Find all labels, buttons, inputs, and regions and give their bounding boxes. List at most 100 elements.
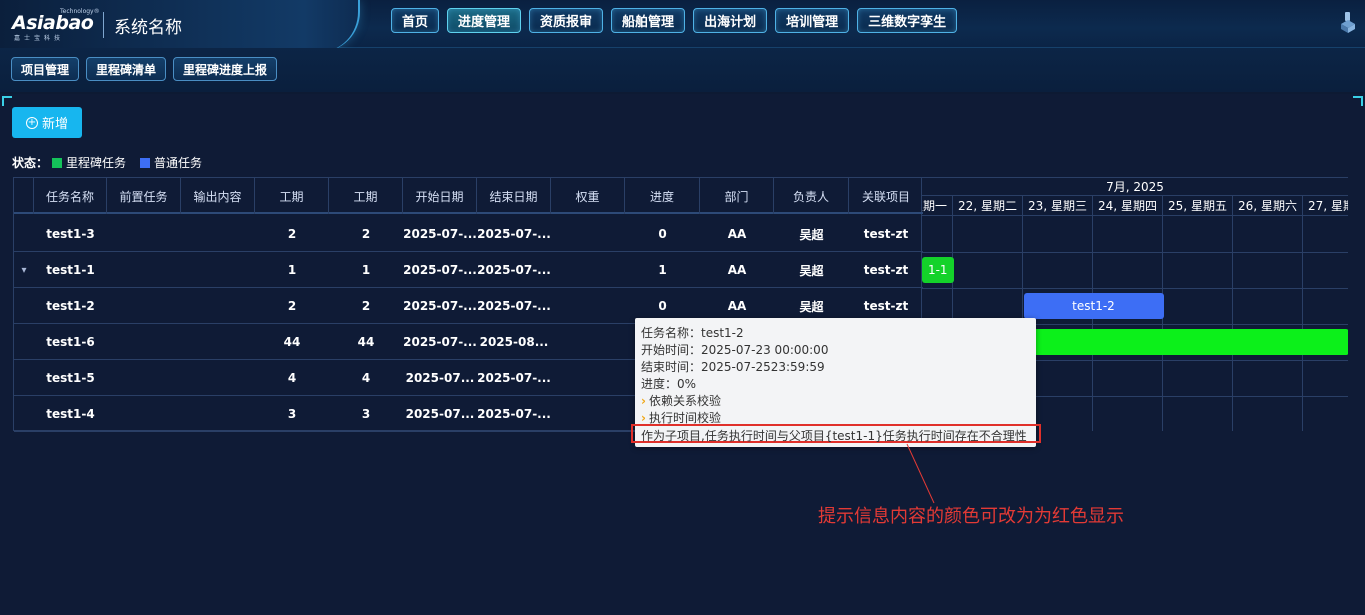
cell-duration-2: 44	[357, 335, 375, 349]
cell-start-date: 2025-07...	[405, 371, 475, 385]
cell-weight	[551, 216, 625, 252]
cell-owner: 吴超	[799, 263, 824, 278]
header-weight[interactable]: 权重	[551, 178, 625, 214]
legend-swatch-normal	[140, 157, 151, 168]
nav-sea-plan[interactable]: 出海计划	[693, 8, 768, 33]
gantt-day-header: 22, 星期二	[953, 196, 1023, 216]
nav-home[interactable]: 首页	[391, 8, 440, 33]
header-duration[interactable]: 工期	[255, 178, 329, 214]
gantt-task-bar[interactable]: test1-2	[1023, 293, 1164, 319]
tab-milestone-list[interactable]: 里程碑清单	[86, 57, 167, 81]
row-expand-toggle	[14, 396, 34, 432]
cell-end-date: 2025-07-...	[477, 371, 551, 385]
cell-duration-2: 4	[361, 371, 371, 385]
cell-start-date: 2025-07-...	[403, 263, 477, 277]
legend-item-milestone: 里程碑任务	[66, 156, 127, 170]
cell-progress: 1	[658, 263, 667, 277]
header-end-date[interactable]: 结束日期	[477, 178, 551, 214]
tab-milestone-report[interactable]: 里程碑进度上报	[173, 57, 278, 81]
status-legend: 状态： 里程碑任务 普通任务	[12, 154, 202, 171]
legend-swatch-milestone	[52, 157, 63, 168]
header-start-date[interactable]: 开始日期	[403, 178, 477, 214]
chevron-right-icon: ›	[641, 411, 646, 425]
cell-end-date: 2025-07-...	[477, 299, 551, 313]
nav-qualification[interactable]: 资质报审	[529, 8, 604, 33]
cell-duration-2: 2	[361, 227, 371, 241]
gantt-day-header: 23, 星期三	[1023, 196, 1093, 216]
nav-ship[interactable]: 船舶管理	[611, 8, 686, 33]
row-expand-toggle	[14, 324, 34, 360]
cell-task-name: test1-4	[46, 407, 95, 421]
logo-cn: 嘉士宝科技	[14, 35, 65, 42]
table-row[interactable]: test1-3 2 2 2025-07-... 2025-07-... 0 AA 吴超 test…	[14, 216, 923, 252]
legend-label: 状态：	[12, 156, 49, 170]
header-progress[interactable]: 进度	[625, 178, 700, 214]
plus-circle-icon: +	[25, 116, 38, 129]
brand-divider	[103, 12, 104, 38]
tooltip-end-time: 结束时间：2025-07-2523:59:59	[641, 360, 825, 374]
table-header: 任务名称 前置任务 输出内容 工期 工期 开始日期 结束日期 权重 进度 部门 …	[14, 178, 923, 214]
cell-weight	[551, 360, 625, 396]
nav-progress[interactable]: 进度管理	[447, 8, 522, 33]
cell-pre-task	[107, 252, 181, 288]
tooltip-task-name: 任务名称：test1-2	[641, 326, 744, 340]
cell-project: test-zt	[863, 263, 909, 277]
cell-weight	[551, 396, 625, 432]
header-duration-2[interactable]: 工期	[329, 178, 403, 214]
header-pre-task[interactable]: 前置任务	[107, 178, 181, 214]
header-department[interactable]: 部门	[700, 178, 774, 214]
sub-nav: 项目管理 里程碑清单 里程碑进度上报	[11, 57, 278, 81]
row-expand-toggle[interactable]: ▾	[14, 252, 34, 288]
gantt-row-line	[922, 252, 1348, 253]
user-icon[interactable]	[1338, 10, 1358, 34]
cell-duration-2: 3	[361, 407, 371, 421]
cell-duration: 44	[283, 335, 301, 349]
cell-output	[181, 216, 255, 252]
check-dependency-label: 依赖关系校验	[648, 394, 721, 408]
cell-end-date: 2025-07-...	[477, 263, 551, 277]
cell-output	[181, 360, 255, 396]
brand-area: Technology® Asiabao 嘉士宝科技 系统名称	[0, 0, 360, 52]
cell-owner: 吴超	[799, 227, 824, 242]
gantt-day-header: 21, 星期一	[922, 196, 953, 216]
gantt-row-line	[922, 288, 1348, 289]
gantt-day-header: 26, 星期六	[1233, 196, 1303, 216]
cell-task-name: test1-3	[46, 227, 95, 241]
cell-pre-task	[107, 324, 181, 360]
nav-training[interactable]: 培训管理	[775, 8, 850, 33]
cell-weight	[551, 324, 625, 360]
row-expand-toggle	[14, 360, 34, 396]
cell-duration: 2	[287, 299, 297, 313]
logo-text: Asiabao	[12, 12, 94, 34]
cell-start-date: 2025-07...	[405, 407, 475, 421]
row-expand-toggle	[14, 288, 34, 324]
gantt-task-bar[interactable]: 1-1	[922, 257, 954, 283]
gantt-month: 7月, 2025	[922, 178, 1348, 196]
tab-project-management[interactable]: 项目管理	[11, 57, 80, 81]
cell-weight	[551, 288, 625, 324]
check-time-label: 执行时间校验	[648, 411, 721, 425]
tooltip-progress: 进度：0%	[641, 377, 697, 391]
tooltip-error-message: 作为子项目,任务执行时间与父项目{test1-1}任务执行时间存在不合理性	[641, 429, 1027, 443]
add-button[interactable]: + 新增	[12, 107, 82, 138]
cell-start-date: 2025-07-...	[403, 299, 477, 313]
cell-pre-task	[107, 396, 181, 432]
nav-digital-twin[interactable]: 三维数字孪生	[857, 8, 958, 33]
cell-output	[181, 324, 255, 360]
cell-end-date: 2025-07-...	[477, 407, 551, 421]
table-row[interactable]: ▾ test1-1 1 1 2025-07-... 2025-07-... 1 AA 吴超 tes…	[14, 252, 923, 288]
header-owner[interactable]: 负责人	[774, 178, 849, 214]
cell-project: test-zt	[863, 227, 909, 241]
header-project[interactable]: 关联项目	[849, 178, 923, 214]
add-button-label: 新增	[41, 117, 68, 132]
vertical-scrollbar[interactable]	[1352, 189, 1360, 609]
gantt-day-header: 24, 星期四	[1093, 196, 1163, 216]
header-task-name[interactable]: 任务名称	[34, 178, 107, 214]
cell-duration-2: 1	[361, 263, 371, 277]
system-name: 系统名称	[114, 18, 182, 38]
sub-bar: 项目管理 里程碑清单 里程碑进度上报	[0, 48, 1365, 92]
company-logo[interactable]: Technology® Asiabao 嘉士宝科技	[12, 6, 100, 42]
cell-task-name: test1-6	[46, 335, 95, 349]
header-output[interactable]: 输出内容	[181, 178, 255, 214]
cell-duration: 2	[287, 227, 297, 241]
